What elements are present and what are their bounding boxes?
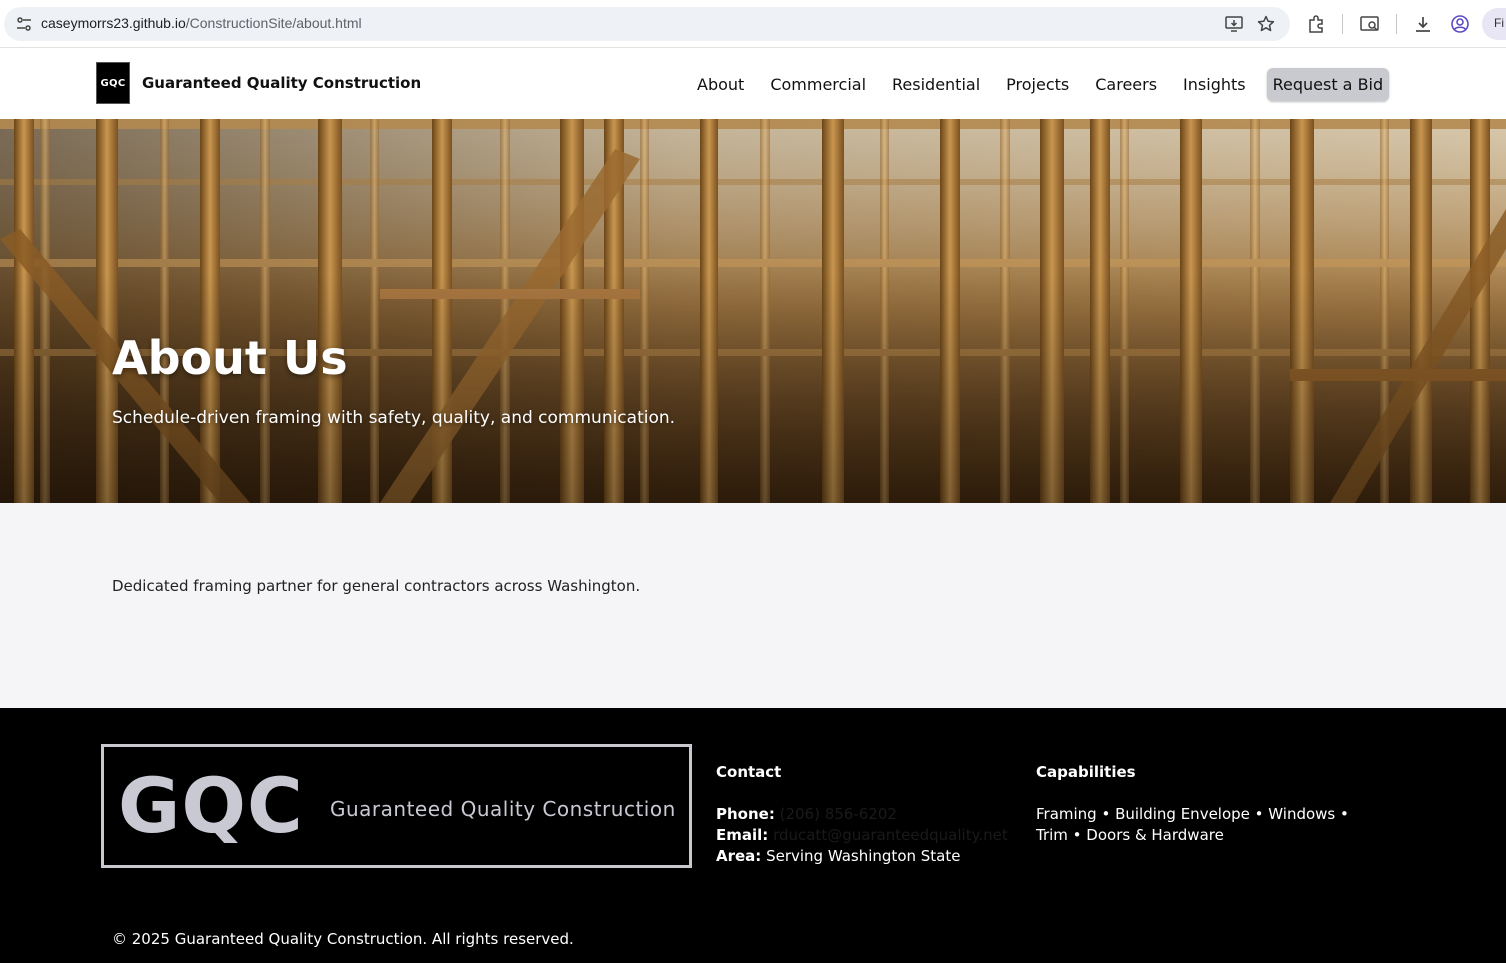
site-footer: GQC Guaranteed Quality Construction Cont…: [0, 708, 1506, 963]
address-bar[interactable]: caseymorrs23.github.io/ConstructionSite/…: [4, 7, 1290, 41]
site-logo[interactable]: GQC: [96, 62, 130, 104]
capabilities-line-2: Trim • Doors & Hardware: [1036, 826, 1224, 844]
contact-phone: Phone: (206) 856-6202: [716, 805, 897, 823]
capabilities-line-1: Framing • Building Envelope • Windows •: [1036, 805, 1349, 823]
hero-subtitle: Schedule-driven framing with safety, qua…: [112, 408, 676, 428]
phone-label: Phone:: [716, 805, 775, 823]
main-nav: About Commercial Residential Projects Ca…: [684, 67, 1390, 101]
contact-email: Email: rducatt@guaranteedquality.net: [716, 826, 1008, 844]
intro-text: Dedicated framing partner for general co…: [112, 577, 641, 595]
footer-logo-name: Guaranteed Quality Construction: [330, 797, 676, 821]
toolbar-separator: [1342, 14, 1343, 34]
extensions-icon[interactable]: [1305, 13, 1327, 35]
footer-logo-mark: GQC: [118, 761, 304, 850]
capabilities-heading: Capabilities: [1036, 763, 1136, 781]
area-label: Area:: [716, 847, 762, 865]
tab-search-icon[interactable]: [1359, 13, 1381, 35]
install-icon[interactable]: [1223, 13, 1245, 35]
footer-logo: GQC Guaranteed Quality Construction: [101, 744, 692, 868]
area-value: Serving Washington State: [766, 847, 961, 865]
nav-item-insights[interactable]: Insights: [1183, 75, 1246, 94]
hero-overlay: [0, 119, 1506, 503]
phone-link[interactable]: (206) 856-6202: [780, 805, 897, 823]
site-header: GQC Guaranteed Quality Construction Abou…: [0, 48, 1506, 119]
email-link[interactable]: rducatt@guaranteedquality.net: [773, 826, 1008, 844]
download-icon[interactable]: [1412, 13, 1434, 35]
contact-heading: Contact: [716, 763, 782, 781]
main-content: Dedicated framing partner for general co…: [0, 503, 1506, 708]
page-title: About Us: [112, 331, 348, 385]
profile-label: Fi: [1494, 16, 1504, 30]
url-text[interactable]: caseymorrs23.github.io/ConstructionSite/…: [41, 15, 362, 31]
nav-item-commercial[interactable]: Commercial: [770, 75, 866, 94]
copyright: © 2025 Guaranteed Quality Construction. …: [112, 930, 574, 948]
star-icon[interactable]: [1255, 13, 1277, 35]
nav-item-careers[interactable]: Careers: [1095, 75, 1157, 94]
email-label: Email:: [716, 826, 769, 844]
hero-banner: About Us Schedule-driven framing with sa…: [0, 119, 1506, 503]
brand-name[interactable]: Guaranteed Quality Construction: [142, 74, 421, 92]
contact-area: Area: Serving Washington State: [716, 847, 960, 865]
profile-icon[interactable]: [1449, 13, 1471, 35]
toolbar-separator: [1396, 14, 1397, 34]
request-bid-button[interactable]: Request a Bid: [1266, 67, 1390, 101]
tune-icon[interactable]: [16, 17, 32, 31]
nav-item-residential[interactable]: Residential: [892, 75, 980, 94]
nav-item-about[interactable]: About: [697, 75, 744, 94]
url-host: caseymorrs23.github.io: [41, 15, 186, 31]
browser-toolbar: caseymorrs23.github.io/ConstructionSite/…: [0, 0, 1506, 48]
url-path: /ConstructionSite/about.html: [185, 15, 362, 31]
logo-text: GQC: [100, 77, 126, 89]
profile-button[interactable]: Fi: [1482, 8, 1506, 40]
nav-item-projects[interactable]: Projects: [1006, 75, 1069, 94]
